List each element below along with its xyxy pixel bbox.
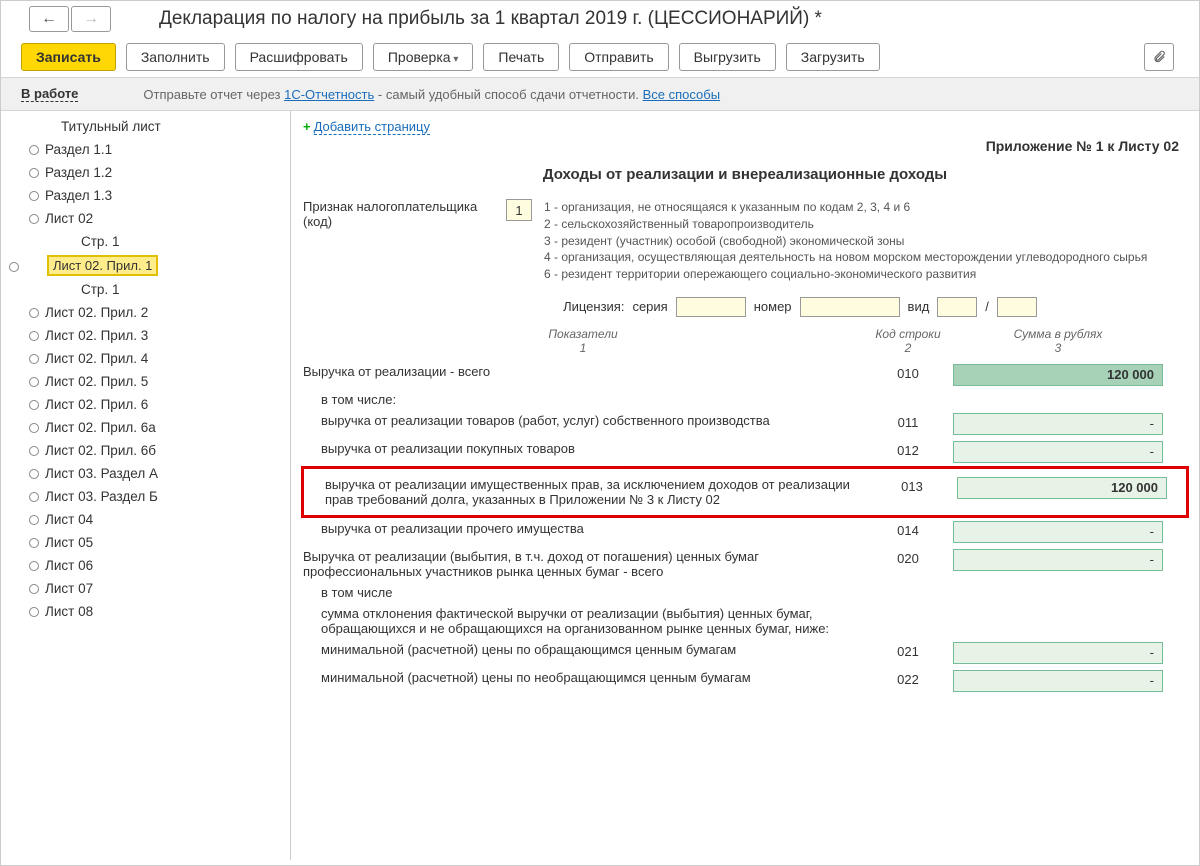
status-label[interactable]: В работе [21,86,78,102]
tree-item-sheet-02-app-5[interactable]: Лист 02. Прил. 5 [1,370,290,393]
tree-item-sheet-08[interactable]: Лист 08 [1,600,290,623]
row-indicator: выручка от реализации товаров (работ, ус… [303,413,863,428]
license-type-input-1[interactable] [937,297,977,317]
row-code: 013 [867,477,957,494]
plus-icon: + [303,119,311,134]
write-button[interactable]: Записать [21,43,116,71]
row-indicator: минимальной (расчетной) цены по необраща… [303,670,863,685]
code-descriptions: 1 - организация, не относящаяся к указан… [544,199,1147,283]
tree-item-sheet-02-app-6[interactable]: Лист 02. Прил. 6 [1,393,290,416]
sidebar: Титульный лист Раздел 1.1 Раздел 1.2 Раз… [1,111,291,860]
row-indicator: в том числе: [303,392,863,407]
tree-item-sheet-06[interactable]: Лист 06 [1,554,290,577]
send-button[interactable]: Отправить [569,43,668,71]
sum-input[interactable] [953,441,1163,463]
row-code [863,585,953,587]
tree-item-section-1-1[interactable]: Раздел 1.1 [1,138,290,161]
status-text: Отправьте отчет через 1С-Отчетность - са… [143,87,720,102]
upload-button[interactable]: Выгрузить [679,43,776,71]
data-row: Выручка от реализации (выбытия, в т.ч. д… [303,546,1187,582]
taxpayer-label: Признак налогоплательщика (код) [303,199,498,229]
sum-input[interactable] [953,521,1163,543]
data-row: в том числе [303,582,1187,603]
data-row: выручка от реализации покупных товаров01… [303,438,1187,466]
row-indicator: минимальной (расчетной) цены по обращающ… [303,642,863,657]
number-label: номер [754,299,792,314]
data-row: выручка от реализации имущественных прав… [307,474,1183,510]
main-content: +Добавить страницу Приложение № 1 к Лист… [291,111,1199,860]
add-page-link[interactable]: Добавить страницу [314,119,430,135]
sum-input[interactable] [953,549,1163,571]
row-code: 021 [863,642,953,659]
nav-back-button[interactable]: ← [29,6,69,32]
tree-item-section-1-2[interactable]: Раздел 1.2 [1,161,290,184]
fill-button[interactable]: Заполнить [126,43,225,71]
row-code: 014 [863,521,953,538]
license-type-input-2[interactable] [997,297,1037,317]
taxpayer-code-input[interactable]: 1 [506,199,532,221]
tree-item-sheet-02-app-3[interactable]: Лист 02. Прил. 3 [1,324,290,347]
reporting-link[interactable]: 1С-Отчетность [284,87,374,102]
row-indicator: Выручка от реализации (выбытия, в т.ч. д… [303,549,863,579]
tree-item-sheet-07[interactable]: Лист 07 [1,577,290,600]
data-row: минимальной (расчетной) цены по обращающ… [303,639,1187,667]
row-code: 020 [863,549,953,566]
row-indicator: выручка от реализации покупных товаров [303,441,863,456]
tree-item-page-1a[interactable]: Стр. 1 [1,230,290,253]
page-title: Декларация по налогу на прибыль за 1 ква… [159,8,822,30]
data-row: выручка от реализации товаров (работ, ус… [303,410,1187,438]
row-code: 010 [863,364,953,381]
license-number-input[interactable] [800,297,900,317]
paperclip-icon [1152,50,1166,64]
print-button[interactable]: Печать [483,43,559,71]
license-label: Лицензия: [563,299,624,314]
row-indicator: в том числе [303,585,863,600]
tree-item-sheet-02-app-1[interactable]: Лист 02. Прил. 1 [47,255,158,276]
data-row: в том числе: [303,389,1187,410]
decrypt-button[interactable]: Расшифровать [235,43,363,71]
tree-item-title-page[interactable]: Титульный лист [1,115,290,138]
row-indicator: выручка от реализации прочего имущества [303,521,863,536]
row-indicator: Выручка от реализации - всего [303,364,863,379]
check-button[interactable]: Проверка [373,43,474,71]
tree-item-sheet-02-app-6b[interactable]: Лист 02. Прил. 6б [1,439,290,462]
tree-item-sheet-02-app-6a[interactable]: Лист 02. Прил. 6а [1,416,290,439]
data-row: Выручка от реализации - всего010120 000 [303,361,1187,389]
row-code: 012 [863,441,953,458]
sum-input[interactable] [953,413,1163,435]
sum-input[interactable] [953,642,1163,664]
row-indicator: выручка от реализации имущественных прав… [307,477,867,507]
row-code [863,392,953,394]
tree-item-sheet-02-app-4[interactable]: Лист 02. Прил. 4 [1,347,290,370]
all-methods-link[interactable]: Все способы [643,87,720,102]
row-code: 022 [863,670,953,687]
section-title: Доходы от реализации и внереализационные… [303,166,1187,183]
data-row: сумма отклонения фактической выручки от … [303,603,1187,639]
tree-item-sheet-05[interactable]: Лист 05 [1,531,290,554]
tree-item-sheet-03-a[interactable]: Лист 03. Раздел А [1,462,290,485]
row-indicator: сумма отклонения фактической выручки от … [303,606,863,636]
sum-input[interactable]: 120 000 [953,364,1163,386]
license-series-input[interactable] [676,297,746,317]
data-row: выручка от реализации прочего имущества0… [303,518,1187,546]
row-code: 011 [863,413,953,430]
tree-item-sheet-04[interactable]: Лист 04 [1,508,290,531]
series-label: серия [632,299,667,314]
data-row: минимальной (расчетной) цены по необраща… [303,667,1187,695]
attach-button[interactable] [1144,43,1174,71]
tree-item-section-1-3[interactable]: Раздел 1.3 [1,184,290,207]
type-label: вид [908,299,930,314]
sum-input[interactable]: 120 000 [957,477,1167,499]
tree-item-sheet-03-b[interactable]: Лист 03. Раздел Б [1,485,290,508]
tree-item-sheet-02-app-2[interactable]: Лист 02. Прил. 2 [1,301,290,324]
sum-input[interactable] [953,670,1163,692]
appendix-title: Приложение № 1 к Листу 02 [303,138,1179,154]
nav-forward-button[interactable]: → [71,6,111,32]
tree-item-page-1b[interactable]: Стр. 1 [1,278,290,301]
download-button[interactable]: Загрузить [786,43,880,71]
tree-item-sheet-02[interactable]: Лист 02 [1,207,290,230]
row-code [863,606,953,608]
